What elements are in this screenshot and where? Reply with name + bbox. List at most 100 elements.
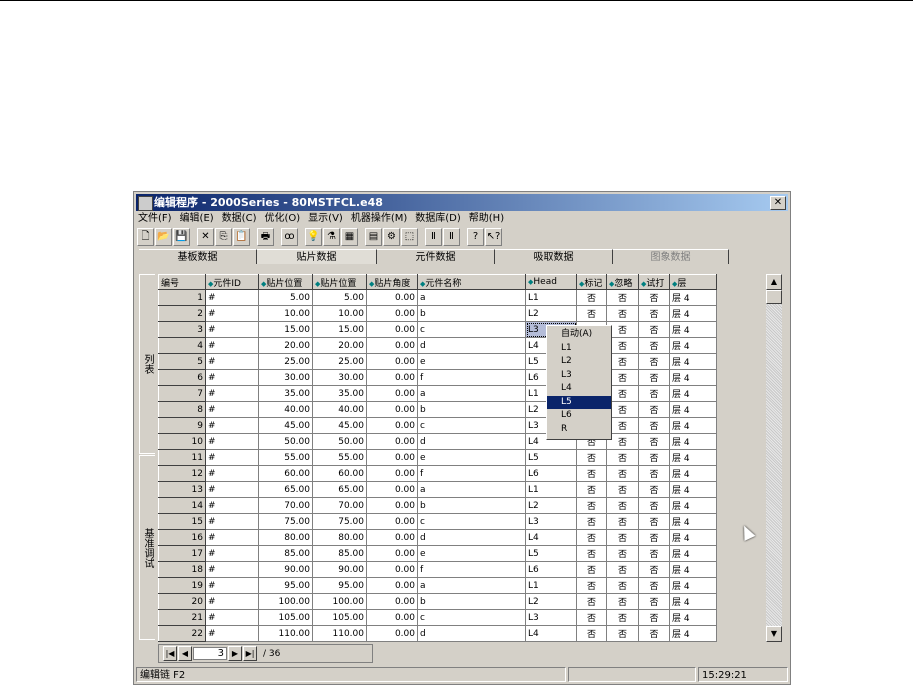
grid-cell[interactable]: # [205,529,259,546]
grid-cell[interactable]: 75.00 [312,513,367,530]
grid-cell[interactable]: L2 [525,305,577,322]
grid-cell[interactable]: d [417,529,526,546]
column-header[interactable]: ◆Head [525,274,577,290]
grid-cell[interactable]: 层 4 [669,593,717,610]
column-header[interactable]: ◆试打 [638,274,670,290]
grid-cell[interactable]: # [205,513,259,530]
row-number[interactable]: 18 [158,561,206,578]
row-number[interactable]: 7 [158,385,206,402]
grid-cell[interactable]: 25.00 [312,353,367,370]
grid-cell[interactable]: 85.00 [258,545,313,562]
menu-item[interactable]: 文件(F) [138,211,172,226]
grid-cell[interactable]: 层 4 [669,433,717,450]
grid-cell[interactable]: 0.00 [366,289,418,306]
column-header[interactable]: ◆元件名称 [417,274,526,290]
grid-cell[interactable]: 层 4 [669,545,717,562]
grid-cell[interactable]: 否 [576,577,607,594]
grid-cell[interactable]: 否 [638,577,670,594]
grid-cell[interactable]: 层 4 [669,529,717,546]
grid-cell[interactable]: 5.00 [312,289,367,306]
context-help-button[interactable]: ↖? [485,228,502,246]
save-button[interactable]: 💾 [173,228,190,246]
grid-cell[interactable]: d [417,337,526,354]
column-header[interactable]: ◆贴片位置 [312,274,367,290]
grid-cell[interactable]: b [417,593,526,610]
grid-cell[interactable]: 层 4 [669,353,717,370]
grid-cell[interactable]: 否 [638,481,670,498]
grid-cell[interactable]: 否 [606,305,639,322]
side-tab-list[interactable]: 列表 [139,274,155,454]
grid-cell[interactable]: c [417,513,526,530]
grid-cell[interactable]: # [205,609,259,626]
grid-cell[interactable]: 0.00 [366,465,418,482]
grid-cell[interactable]: L3 [525,609,577,626]
grid-cell[interactable]: 60.00 [258,465,313,482]
grid-cell[interactable]: 否 [606,577,639,594]
grid-cell[interactable]: 否 [638,401,670,418]
blocks-button[interactable]: ▦ [341,228,358,246]
side-tab-fiducial[interactable]: 基准调试 [139,455,155,640]
grid-cell[interactable]: 否 [576,545,607,562]
dropdown-item[interactable]: L4 [547,382,611,396]
grid-cell[interactable]: 50.00 [258,433,313,450]
grid-cell[interactable]: b [417,497,526,514]
grid-cell[interactable]: 0.00 [366,641,418,642]
grid-cell[interactable]: 80.00 [312,529,367,546]
grid-cell[interactable]: 0.00 [366,513,418,530]
row-number[interactable]: 23 [158,641,206,642]
grid-cell[interactable]: 45.00 [258,417,313,434]
grid-cell[interactable]: 层 4 [669,369,717,386]
grid-cell[interactable]: 20.00 [258,337,313,354]
grid-cell[interactable]: 90.00 [258,561,313,578]
row-number[interactable]: 2 [158,305,206,322]
menu-item[interactable]: 数据库(D) [415,211,461,226]
grid-cell[interactable]: 否 [638,449,670,466]
grid-cell[interactable]: 否 [606,449,639,466]
grid-cell[interactable]: 层 4 [669,481,717,498]
grid-cell[interactable]: a [417,289,526,306]
grid-cell[interactable]: 0.00 [366,609,418,626]
menu-item[interactable]: 数据(C) [222,211,257,226]
tab-1[interactable]: 贴片数据 [257,249,377,264]
grid-cell[interactable]: 层 4 [669,305,717,322]
grid-cell[interactable]: 层 4 [669,513,717,530]
grid-cell[interactable]: b [417,401,526,418]
grid-cell[interactable]: 否 [606,625,639,642]
grid-cell[interactable]: # [205,593,259,610]
grid-cell[interactable]: 否 [606,609,639,626]
grid-cell[interactable]: # [205,289,259,306]
grid-cell[interactable]: # [205,497,259,514]
grid-cell[interactable]: 否 [638,289,670,306]
prev-page-button[interactable]: ◀ [178,646,192,661]
scroll-thumb[interactable] [766,290,782,304]
grid-cell[interactable]: 110.00 [258,625,313,642]
grid-cell[interactable]: 0.00 [366,353,418,370]
dropdown-item[interactable]: L3 [547,369,611,383]
grid-cell[interactable]: 80.00 [258,529,313,546]
grid-cell[interactable]: e [417,545,526,562]
first-page-button[interactable]: |◀ [163,646,177,661]
paste-button[interactable]: 📋 [233,228,250,246]
grid-cell[interactable]: # [205,305,259,322]
grid-cell[interactable]: 0.00 [366,481,418,498]
grid-cell[interactable]: 否 [576,289,607,306]
grid-cell[interactable]: 否 [576,305,607,322]
grid-cell[interactable]: 85.00 [312,545,367,562]
grid-cell[interactable]: 否 [606,465,639,482]
grid-cell[interactable]: 0.00 [366,593,418,610]
grid-cell[interactable]: 0.00 [366,401,418,418]
align-y-button[interactable]: Ⅱ [443,228,460,246]
grid-cell[interactable]: 70.00 [312,497,367,514]
next-page-button[interactable]: ▶ [228,646,242,661]
grid-cell[interactable]: 否 [606,529,639,546]
grid-cell[interactable]: 否 [638,641,670,642]
row-number[interactable]: 13 [158,481,206,498]
grid-cell[interactable]: 100.00 [312,593,367,610]
column-header[interactable]: ◆忽略 [606,274,639,290]
grid-cell[interactable]: L4 [525,625,577,642]
grid-cell[interactable]: L5 [525,449,577,466]
column-header[interactable]: ◆元件ID [205,274,259,290]
grid-cell[interactable]: # [205,465,259,482]
grid-cell[interactable]: 层 4 [669,337,717,354]
disabled-tool3-button[interactable]: ⬚ [401,228,418,246]
